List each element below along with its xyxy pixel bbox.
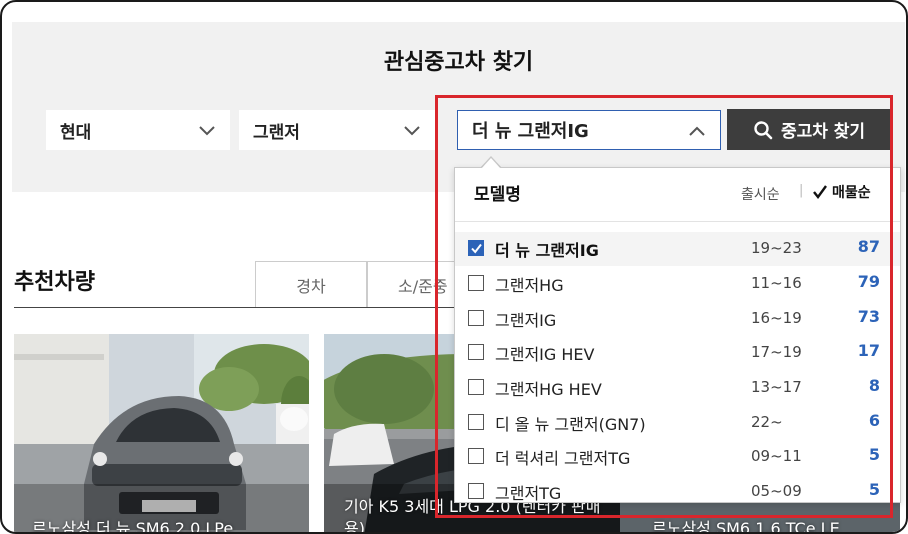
chevron-down-icon: [199, 126, 215, 136]
maker-select[interactable]: 현대: [46, 110, 230, 150]
app-frame: 관심중고차 찾기 현대 그랜저 더 뉴 그랜저IG 중고차 찾기 추천차량 경차…: [0, 0, 908, 534]
search-title: 관심중고차 찾기: [383, 50, 534, 75]
card-caption: 르노삼성 SM6 1.6 TCe LE: [652, 519, 840, 534]
car-photo: [14, 334, 309, 532]
model-select-value: 그랜저: [253, 122, 300, 143]
chevron-down-icon: [404, 126, 420, 136]
model-select[interactable]: 그랜저: [239, 110, 435, 150]
maker-select-value: 현대: [60, 122, 92, 143]
car-card[interactable]: 르노삼성 더 뉴 SM6 2.0 LPe: [14, 334, 309, 534]
tab-light-car[interactable]: 경차: [255, 261, 367, 308]
highlight-annotation: [435, 95, 893, 518]
recommended-title: 추천차량: [14, 270, 95, 295]
card-caption: 르노삼성 더 뉴 SM6 2.0 LPe: [32, 519, 234, 534]
